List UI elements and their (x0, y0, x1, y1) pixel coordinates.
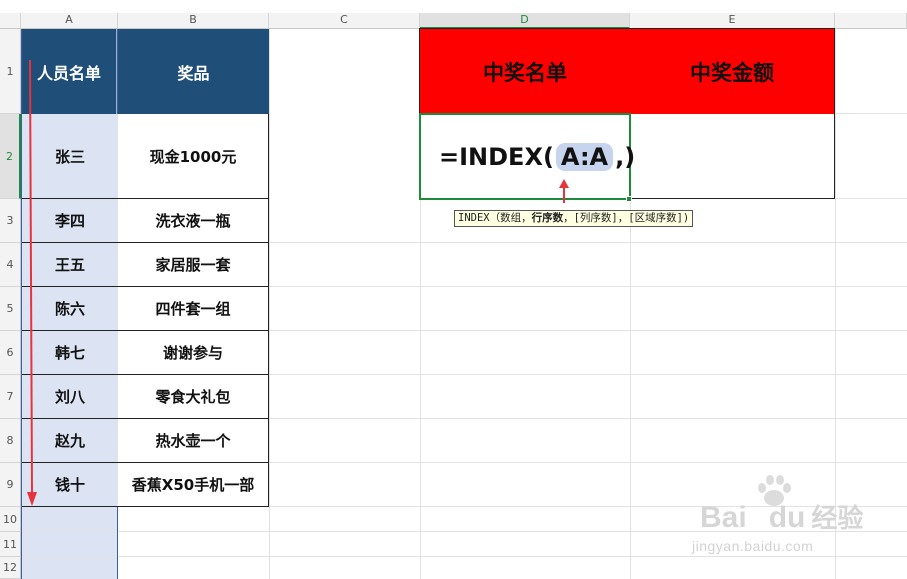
row-header-6[interactable]: 6 (0, 331, 21, 375)
row-header-9[interactable]: 9 (0, 463, 21, 507)
row-header-3[interactable]: 3 (0, 199, 21, 243)
gridline (269, 29, 270, 579)
tooltip-func: INDEX（数组， (458, 212, 532, 224)
cell-d2-formula[interactable]: =INDEX(A:A,) (419, 113, 635, 200)
baidu-watermark: Bai du 经验 jingyan.baidu.com (692, 475, 900, 558)
formula-range-reference[interactable]: A:A (555, 142, 614, 171)
cell-b3[interactable]: 洗衣液一瓶 (118, 199, 269, 243)
cell-b9[interactable]: 香蕉X50手机一部 (118, 463, 269, 507)
column-header-b[interactable]: B (118, 13, 269, 29)
row-header-4[interactable]: 4 (0, 243, 21, 287)
row-header-11[interactable]: 11 (0, 532, 21, 557)
function-tooltip: INDEX（数组，行序数，[列序数]，[区域序数]) (454, 210, 694, 227)
row-header-8[interactable]: 8 (0, 419, 21, 463)
watermark-url: jingyan.baidu.com (692, 538, 814, 554)
gridline (835, 113, 907, 114)
tooltip-rest: ，[列序数]，[区域序数]) (563, 212, 690, 224)
formula-prefix: =INDEX( (439, 142, 554, 171)
tooltip-active-arg: 行序数 (531, 212, 564, 224)
up-arrow-annotation (559, 179, 569, 203)
cell-b2[interactable]: 现金1000元 (118, 114, 269, 199)
formula-suffix: ,) (615, 142, 636, 171)
watermark-logo-du: du (768, 501, 806, 534)
header-cell-prizes[interactable]: 奖品 (118, 29, 269, 114)
column-header-a[interactable]: A (21, 13, 118, 29)
watermark-logo: Bai du 经验 (700, 498, 863, 535)
row-header-10[interactable]: 10 (0, 507, 21, 532)
header-cell-winners[interactable]: 中奖名单 (419, 28, 631, 115)
row-header-7[interactable]: 7 (0, 375, 21, 419)
column-header-c[interactable]: C (269, 13, 420, 29)
watermark-logo-bai: Bai (700, 501, 747, 534)
select-all-corner[interactable] (0, 13, 21, 29)
gridline (835, 198, 907, 199)
cell-b8[interactable]: 热水壶一个 (118, 419, 269, 463)
fill-handle[interactable] (626, 196, 632, 202)
cell-b5[interactable]: 四件套一组 (118, 287, 269, 331)
column-header-d[interactable]: D (420, 13, 630, 29)
row-header-2[interactable]: 2 (0, 114, 21, 199)
column-header-f[interactable] (835, 13, 907, 29)
cell-b4[interactable]: 家居服一套 (118, 243, 269, 287)
cell-e2[interactable] (630, 114, 835, 199)
cell-b6[interactable]: 谢谢参与 (118, 331, 269, 375)
header-cell-amount[interactable]: 中奖金额 (630, 28, 835, 115)
row-header-12[interactable]: 12 (0, 557, 21, 579)
row-header-5[interactable]: 5 (0, 287, 21, 331)
cell-b7[interactable]: 零食大礼包 (118, 375, 269, 419)
watermark-cn: 经验 (811, 503, 864, 533)
column-header-e[interactable]: E (630, 13, 835, 29)
row-header-1[interactable]: 1 (0, 29, 21, 114)
down-arrow-annotation (27, 60, 37, 506)
